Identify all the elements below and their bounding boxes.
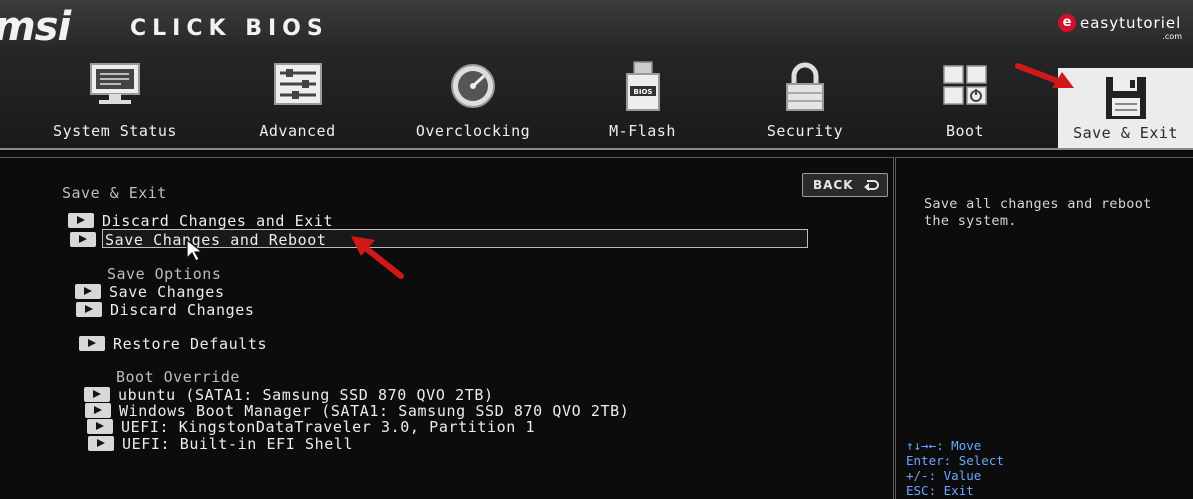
tab-label: System Status — [53, 122, 177, 140]
mouse-cursor-icon — [186, 239, 204, 262]
brand-logo: msi — [0, 4, 71, 50]
tab-label: Save & Exit — [1073, 124, 1178, 142]
main-panel: Save & Exit BACK Discard Changes and Exi… — [0, 157, 894, 499]
discard-changes-and-exit-item[interactable]: Discard Changes and Exit — [68, 212, 408, 230]
item-label: Save Changes — [109, 283, 225, 301]
key-action: Select — [958, 453, 1004, 468]
tab-label: Security — [766, 122, 844, 140]
tab-advanced[interactable]: Advanced — [230, 60, 365, 146]
item-label: UEFI: KingstonDataTraveler 3.0, Partitio… — [121, 418, 536, 436]
key-hint: ↑↓→←: Move — [906, 438, 1004, 453]
watermark-text: easytutoriel — [1080, 14, 1182, 32]
tab-overclocking[interactable]: Overclocking — [398, 60, 548, 146]
key-name: ESC: — [906, 483, 937, 498]
key-action: Move — [951, 438, 982, 453]
submenu-arrow-icon — [79, 336, 105, 351]
back-button[interactable]: BACK — [802, 173, 888, 197]
tab-label: Overclocking — [415, 122, 531, 140]
tab-boot[interactable]: Boot — [915, 60, 1015, 146]
key-name: Enter: — [906, 453, 952, 468]
help-text: Save all changes and reboot the system. — [924, 196, 1152, 229]
key-hint: Enter: Select — [906, 453, 1004, 468]
back-button-label: BACK — [813, 178, 854, 192]
floppy-disk-icon — [1105, 77, 1146, 119]
tab-system-status[interactable]: System Status — [40, 60, 190, 146]
submenu-arrow-icon — [70, 232, 96, 247]
discard-changes-item[interactable]: Discard Changes — [76, 301, 316, 319]
tab-m-flash[interactable]: BIOS M-Flash — [580, 60, 705, 146]
watermark-suffix: .com — [1162, 32, 1182, 41]
boot-override-item[interactable]: UEFI: KingstonDataTraveler 3.0, Partitio… — [87, 418, 587, 436]
usb-drive-icon: BIOS — [625, 61, 660, 111]
product-name: CLICK BIOS — [130, 16, 329, 41]
item-label: Save Changes and Reboot — [102, 229, 808, 249]
restore-defaults-item[interactable]: Restore Defaults — [79, 335, 319, 353]
key-name: ↑↓→←: — [906, 438, 944, 453]
submenu-arrow-icon — [68, 213, 94, 228]
save-changes-item[interactable]: Save Changes — [75, 283, 295, 301]
padlock-icon — [786, 62, 824, 111]
key-legend: ↑↓→←: Move Enter: Select +/-: Value ESC:… — [906, 438, 1004, 498]
settings-panel-icon — [273, 63, 322, 105]
help-panel: Save all changes and reboot the system. … — [895, 157, 1193, 499]
tab-label: M-Flash — [609, 122, 676, 140]
submenu-arrow-icon — [85, 403, 111, 418]
item-label: Restore Defaults — [113, 335, 268, 353]
return-icon — [864, 180, 879, 191]
monitor-icon — [90, 63, 140, 104]
usb-drive-icon-text: BIOS — [633, 88, 652, 96]
submenu-arrow-icon — [87, 419, 113, 434]
bios-header: msi CLICK BIOS e easytutoriel .com Syste… — [0, 0, 1193, 150]
tab-label: Boot — [945, 122, 985, 140]
item-label: Discard Changes — [110, 301, 255, 319]
tab-label: Advanced — [259, 122, 336, 140]
boot-override-item[interactable]: UEFI: Built-in EFI Shell — [88, 435, 408, 453]
key-action: Value — [943, 468, 982, 483]
watermark-logo-icon: e — [1058, 14, 1076, 32]
boot-keys-icon — [943, 65, 987, 105]
item-label: UEFI: Built-in EFI Shell — [122, 435, 354, 453]
key-hint: ESC: Exit — [906, 483, 1004, 498]
page-title: Save & Exit — [62, 184, 167, 202]
submenu-arrow-icon — [88, 436, 114, 451]
key-hint: +/-: Value — [906, 468, 1004, 483]
key-name: +/-: — [906, 468, 937, 483]
boot-override-heading: Boot Override — [116, 368, 240, 386]
tab-security[interactable]: Security — [745, 60, 865, 146]
speedometer-icon — [451, 64, 495, 108]
submenu-arrow-icon — [84, 387, 110, 402]
item-label: Discard Changes and Exit — [102, 212, 334, 230]
tab-save-exit[interactable]: Save & Exit — [1058, 68, 1193, 148]
watermark: e easytutoriel .com — [1058, 14, 1184, 42]
submenu-arrow-icon — [75, 284, 101, 299]
save-options-heading: Save Options — [107, 265, 222, 283]
submenu-arrow-icon — [76, 302, 102, 317]
key-action: Exit — [943, 483, 974, 498]
